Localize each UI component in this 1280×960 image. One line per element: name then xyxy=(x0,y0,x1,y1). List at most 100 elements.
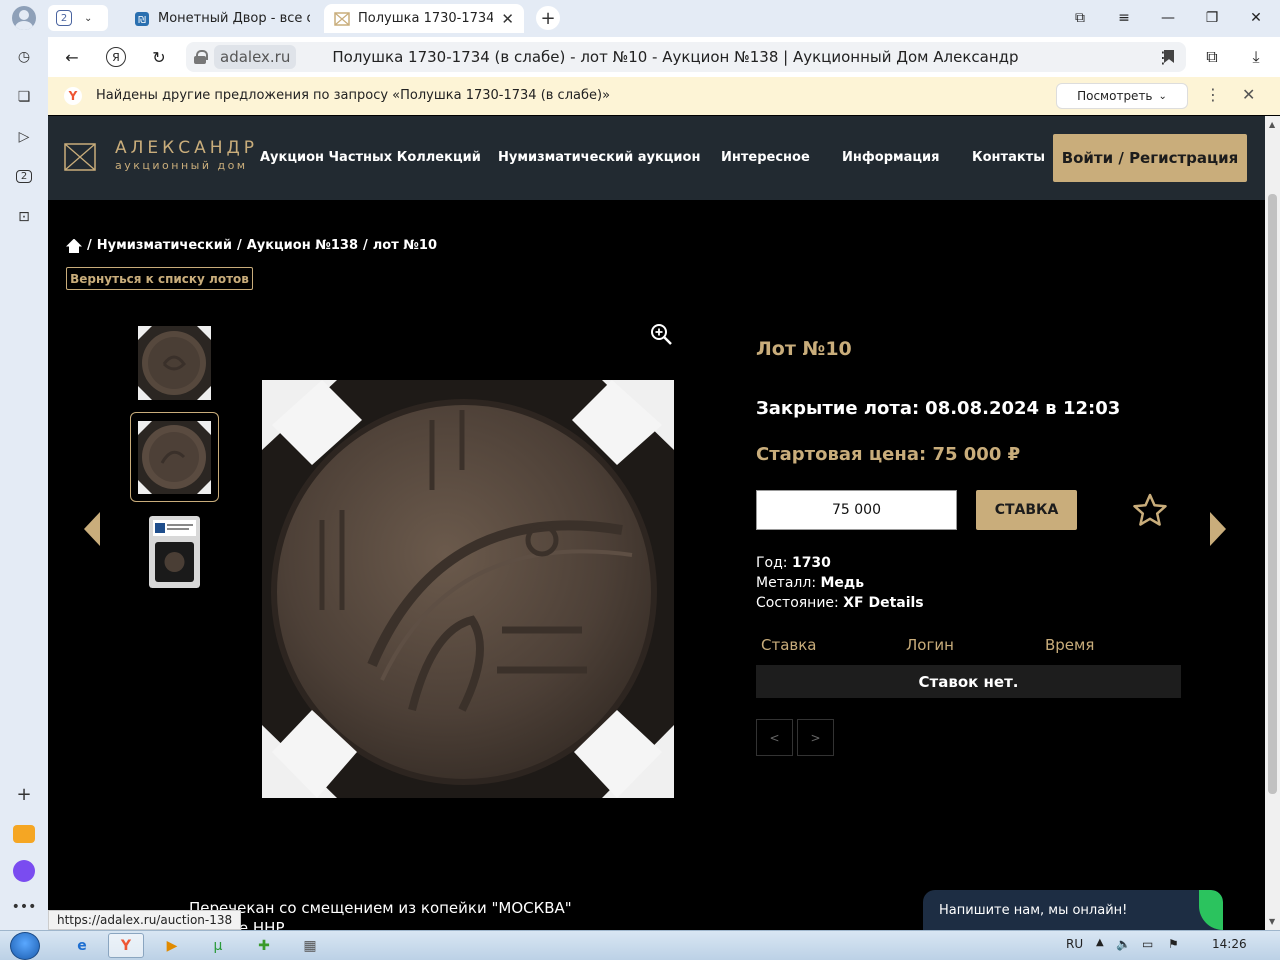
language-indicator[interactable]: RU xyxy=(1066,937,1083,951)
lot-specs: Год: 1730 Металл: Медь Состояние: XF Det… xyxy=(756,553,924,613)
profile-avatar-icon[interactable] xyxy=(12,6,36,30)
nav-private-collections[interactable]: Аукцион Частных Коллекций xyxy=(260,150,481,165)
favorite-star-icon[interactable] xyxy=(1132,492,1168,528)
flag-icon[interactable]: ⚑ xyxy=(1168,937,1179,951)
yandex-icon[interactable]: Я xyxy=(104,45,128,69)
nav-contacts[interactable]: Контакты xyxy=(972,150,1045,165)
start-button[interactable] xyxy=(10,932,40,960)
close-window-icon[interactable]: ✕ xyxy=(1244,6,1268,30)
yandex-logo-icon: Y xyxy=(64,87,82,105)
thumbnail-slab[interactable] xyxy=(149,516,200,588)
app-icon[interactable]: ✚ xyxy=(246,933,282,958)
status-bar-url: https://adalex.ru/auction-138 xyxy=(48,910,242,930)
breadcrumb-numismatic[interactable]: Нумизматический xyxy=(97,238,232,253)
lot-title: Лот №10 xyxy=(756,338,852,360)
page-scrollbar[interactable]: ▲ ▼ xyxy=(1265,116,1280,930)
tab-title: Монетный Двор - все о монетах xyxy=(158,11,310,26)
ie-icon[interactable]: e xyxy=(64,933,100,958)
tabs-count-icon[interactable]: 2 xyxy=(12,164,36,188)
calculator-icon[interactable]: ▦ xyxy=(292,933,328,958)
network-icon[interactable]: ▭ xyxy=(1142,937,1153,951)
collections-icon[interactable]: ❏ xyxy=(12,85,36,109)
svg-text:₪: ₪ xyxy=(138,15,146,26)
new-tab-button[interactable]: + xyxy=(536,6,560,30)
close-tab-icon[interactable]: ✕ xyxy=(501,10,514,28)
address-bar[interactable]: adalex.ru Полушка 1730-1734 (в слабе) - … xyxy=(186,42,1186,72)
tab-group-count: 2 xyxy=(56,10,72,26)
tab-polushka[interactable]: Полушка 1730-1734 (в слабе) ✕ xyxy=(324,4,524,33)
tray-expand-icon[interactable]: ▲ xyxy=(1096,937,1104,948)
tab-monetny-dvor[interactable]: ₪ Монетный Двор - все о монетах xyxy=(124,4,320,33)
nav-information[interactable]: Информация xyxy=(842,150,940,165)
next-lot-arrow-icon[interactable] xyxy=(1210,512,1226,546)
tabs-manager-icon[interactable]: ⧉ xyxy=(1068,6,1092,30)
more-icon[interactable]: ••• xyxy=(12,895,37,919)
yandex-browser-icon[interactable]: Y xyxy=(108,933,144,958)
volume-icon[interactable]: 🔈 xyxy=(1116,937,1131,951)
menu-icon[interactable]: ≡ xyxy=(1112,6,1136,30)
video-icon[interactable]: ▷ xyxy=(12,125,36,149)
site-logo-text[interactable]: АЛЕКСАНДР аукционный дом xyxy=(115,138,258,172)
thumbnail-obverse[interactable] xyxy=(138,326,211,400)
tab-title: Полушка 1730-1734 (в слабе) xyxy=(358,11,494,26)
search-suggestion-infobar: Y Найдены другие предложения по запросу … xyxy=(48,77,1280,115)
scroll-down-icon[interactable]: ▼ xyxy=(1269,917,1275,926)
breadcrumb-auction[interactable]: Аукцион №138 xyxy=(247,238,358,253)
description-line: Перечекан со смещением из копейки "МОСКВ… xyxy=(189,899,572,917)
media-player-icon[interactable]: ▶ xyxy=(154,933,190,958)
previous-lot-arrow-icon[interactable] xyxy=(84,512,100,546)
lock-icon[interactable] xyxy=(194,50,208,64)
screenshot-icon[interactable]: ⊡ xyxy=(12,205,36,229)
breadcrumb-lot: лот №10 xyxy=(372,238,438,253)
minimize-icon[interactable]: — xyxy=(1156,6,1180,30)
back-to-lots-button[interactable]: Вернуться к списку лотов xyxy=(66,267,253,290)
home-icon[interactable] xyxy=(66,239,82,253)
bids-empty-row: Ставок нет. xyxy=(756,665,1181,698)
scroll-up-icon[interactable]: ▲ xyxy=(1269,120,1275,129)
reload-icon[interactable]: ↻ xyxy=(147,45,171,69)
bids-table-header: Ставка Логин Время xyxy=(756,636,1181,662)
logo-line1: АЛЕКСАНДР xyxy=(115,138,259,158)
add-panel-icon[interactable]: + xyxy=(12,782,36,806)
place-bid-button[interactable]: СТАВКА xyxy=(976,490,1077,530)
browser-side-panel: ◷ ❏ ▷ 2 ⊡ + ••• xyxy=(0,37,48,930)
lot-main-image[interactable] xyxy=(262,380,674,798)
alice-assistant-icon[interactable] xyxy=(12,859,36,883)
thumbnail-reverse[interactable] xyxy=(138,421,211,494)
bids-next-page-button[interactable]: > xyxy=(797,719,834,756)
infobar-more-icon[interactable]: ⋮ xyxy=(1205,85,1221,104)
online-chat-button[interactable]: Напишите нам, мы онлайн! xyxy=(923,890,1223,930)
chevron-down-icon: ⌄ xyxy=(1158,90,1167,102)
bid-amount-input[interactable] xyxy=(756,490,957,530)
spec-metal: Металл: Медь xyxy=(756,575,865,591)
infobar-view-button[interactable]: Посмотреть ⌄ xyxy=(1056,83,1188,109)
back-arrow-icon[interactable]: ← xyxy=(60,45,84,69)
close-value: 08.08.2024 в 12:03 xyxy=(925,398,1121,419)
zoom-in-icon[interactable] xyxy=(649,322,673,346)
infobar-view-label: Посмотреть xyxy=(1077,89,1153,103)
lot-start-price: Стартовая цена: 75 000 ₽ xyxy=(756,444,1020,465)
more-vertical-icon[interactable]: ⋮ xyxy=(1151,45,1175,69)
mail-icon[interactable] xyxy=(12,822,36,846)
lot-close-time: Закрытие лота: 08.08.2024 в 12:03 xyxy=(756,398,1120,419)
nav-numismatic-auction[interactable]: Нумизматический аукцион xyxy=(498,150,700,165)
tab-group-button[interactable]: 2 ⌄ xyxy=(48,5,108,31)
windows-taskbar: e Y ▶ µ ✚ ▦ RU ▲ 🔈 ▭ ⚑ 14:26 xyxy=(0,930,1280,960)
history-icon[interactable]: ◷ xyxy=(12,45,36,69)
chat-label: Напишите нам, мы онлайн! xyxy=(939,902,1128,918)
clock[interactable]: 14:26 xyxy=(1212,937,1247,951)
download-icon[interactable]: ⤓ xyxy=(1244,45,1268,69)
login-register-button[interactable]: Войти / Регистрация xyxy=(1053,134,1247,182)
logo-line2: аукционный дом xyxy=(115,159,248,172)
extensions-icon[interactable]: ⧉ xyxy=(1200,45,1224,69)
infobar-close-icon[interactable]: ✕ xyxy=(1242,85,1255,104)
spec-year: Год: 1730 xyxy=(756,555,831,571)
alexander-logo-icon[interactable] xyxy=(64,141,96,173)
nav-interesting[interactable]: Интересное xyxy=(721,150,810,165)
restore-icon[interactable]: ❐ xyxy=(1200,6,1224,30)
scrollbar-thumb[interactable] xyxy=(1268,194,1277,794)
torrent-icon[interactable]: µ xyxy=(200,933,236,958)
column-bid: Ставка xyxy=(761,636,817,654)
bids-prev-page-button[interactable]: < xyxy=(756,719,793,756)
address-domain: adalex.ru xyxy=(214,45,297,69)
